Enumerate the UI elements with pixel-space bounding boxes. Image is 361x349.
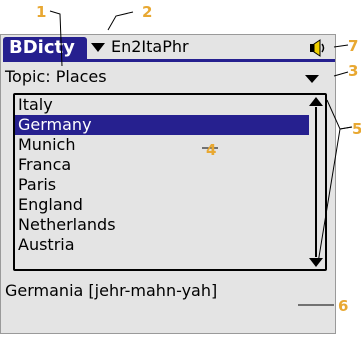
- arrow-down-icon[interactable]: [309, 258, 323, 267]
- dictionary-label: En2ItaPhr: [111, 37, 189, 56]
- palm-screen: BDicty En2ItaPhr Topic: Places Italy Ger…: [0, 34, 336, 334]
- list-item[interactable]: England: [15, 195, 309, 215]
- callout-1: 1: [36, 3, 47, 21]
- translation-text: Germania [jehr-mahn-yah]: [5, 281, 218, 300]
- scrollbar[interactable]: [309, 97, 323, 267]
- callout-6: 6: [338, 297, 349, 315]
- word-list[interactable]: Italy Germany Munich Franca Paris Englan…: [13, 93, 327, 271]
- callout-4: 4: [206, 141, 217, 159]
- topic-dropdown-icon[interactable]: [305, 75, 319, 83]
- callout-3: 3: [348, 62, 359, 80]
- list-item-selected[interactable]: Germany: [15, 115, 309, 135]
- list-item[interactable]: Austria: [15, 235, 309, 255]
- callout-2: 2: [142, 3, 153, 21]
- app-title[interactable]: BDicty: [3, 37, 87, 59]
- arrow-up-icon[interactable]: [309, 97, 323, 106]
- callout-7: 7: [348, 37, 359, 55]
- scroll-track[interactable]: [315, 107, 317, 257]
- triangle-down-icon: [91, 43, 105, 52]
- title-bar: BDicty En2ItaPhr: [1, 35, 337, 62]
- list-item[interactable]: Paris: [15, 175, 309, 195]
- list-item[interactable]: Italy: [15, 95, 309, 115]
- list-item[interactable]: Franca: [15, 155, 309, 175]
- list-item[interactable]: Munich: [15, 135, 309, 155]
- title-underline: [3, 59, 335, 62]
- speaker-icon[interactable]: [309, 39, 327, 57]
- list-item[interactable]: Netherlands: [15, 215, 309, 235]
- callout-5: 5: [352, 120, 361, 138]
- topic-selector[interactable]: Topic: Places: [5, 67, 107, 87]
- dictionary-selector[interactable]: En2ItaPhr: [91, 37, 319, 57]
